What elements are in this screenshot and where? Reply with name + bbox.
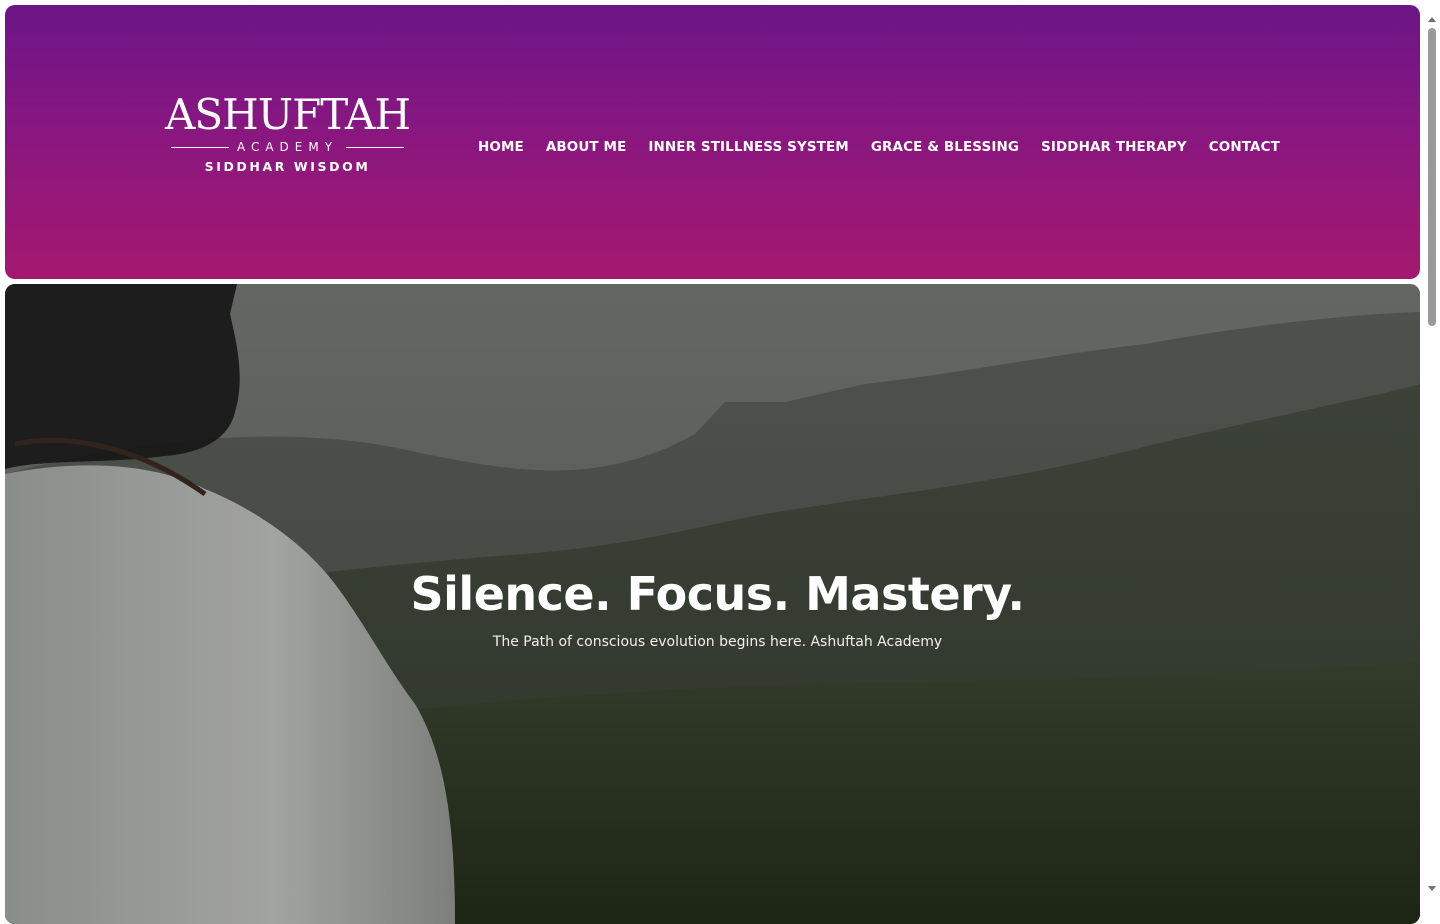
scrollbar-thumb[interactable] bbox=[1428, 28, 1436, 326]
logo-wordmark: ASHUFTAH bbox=[165, 90, 411, 139]
logo-rule-right bbox=[346, 146, 405, 148]
hero-subtitle: The Path of conscious evolution begins h… bbox=[492, 634, 943, 650]
nav-item-home[interactable]: HOME bbox=[478, 137, 524, 157]
scroll-down-arrow-icon[interactable] bbox=[1428, 886, 1436, 891]
nav-item-siddhar-therapy[interactable]: SIDDHAR THERAPY bbox=[1041, 137, 1187, 157]
page-scrollbar[interactable] bbox=[1425, 0, 1440, 900]
logo-rule-left bbox=[170, 146, 229, 148]
hero-section: Silence. Focus. Mastery. The Path of con… bbox=[5, 284, 1420, 924]
nav-item-about-me[interactable]: ABOUT ME bbox=[546, 137, 627, 157]
site-header: ASHUFTAH ACADEMY SIDDHAR WISDOM HOME ABO… bbox=[5, 5, 1420, 279]
nav-item-inner-stillness-system[interactable]: INNER STILLNESS SYSTEM bbox=[648, 137, 848, 157]
hero-title: Silence. Focus. Mastery. bbox=[410, 567, 1025, 621]
logo-subtitle-row: ACADEMY bbox=[160, 140, 415, 154]
logo-subtitle: ACADEMY bbox=[236, 140, 339, 154]
scroll-up-arrow-icon[interactable] bbox=[1428, 17, 1436, 22]
nav-item-grace-blessing[interactable]: GRACE & BLESSING bbox=[871, 137, 1019, 157]
main-nav: HOME ABOUT ME INNER STILLNESS SYSTEM GRA… bbox=[478, 137, 1280, 157]
site-logo[interactable]: ASHUFTAH ACADEMY SIDDHAR WISDOM bbox=[160, 91, 415, 181]
nav-item-contact[interactable]: CONTACT bbox=[1209, 137, 1280, 157]
logo-tagline: SIDDHAR WISDOM bbox=[204, 159, 371, 174]
